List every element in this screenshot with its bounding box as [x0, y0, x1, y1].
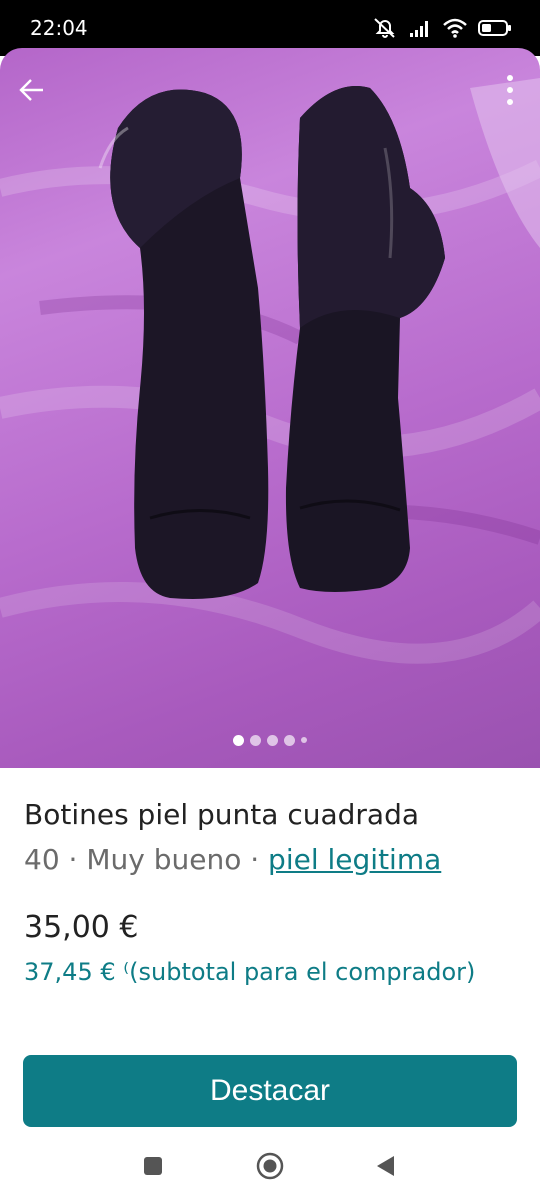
brand-tag-link[interactable]: piel legitima: [268, 843, 441, 876]
boots-photo: [0, 78, 540, 664]
photo-pager: [0, 734, 540, 746]
mute-icon: [372, 17, 398, 39]
meta-separator: ·: [59, 843, 87, 876]
pager-dot[interactable]: [250, 734, 261, 746]
recents-button[interactable]: [139, 1152, 167, 1180]
pager-dot[interactable]: [284, 734, 295, 746]
square-icon: [144, 1157, 162, 1175]
listing-title: Botines piel punta cuadrada: [24, 798, 419, 831]
meta-separator: ·: [241, 843, 269, 876]
price: 35,00 €: [24, 910, 139, 945]
pager-dot[interactable]: [233, 734, 244, 746]
status-time: 22:04: [30, 16, 88, 40]
pager-dot[interactable]: [301, 737, 307, 743]
back-button[interactable]: [14, 72, 50, 108]
triangle-back-icon: [377, 1156, 394, 1176]
condition-label: Muy bueno: [86, 843, 242, 876]
listing-meta: 40 · Muy bueno · piel legitima: [24, 843, 441, 876]
circle-home-icon: [256, 1152, 284, 1180]
product-photo[interactable]: [0, 48, 540, 768]
buyer-subtotal[interactable]: 37,45 € ⁽(subtotal para el comprador): [24, 958, 475, 986]
signal-icon: [408, 18, 432, 38]
wifi-icon: [442, 17, 468, 39]
system-nav-bar: [0, 1132, 540, 1200]
more-vertical-icon: [507, 75, 513, 105]
pager-dot[interactable]: [267, 734, 278, 746]
arrow-left-icon: [19, 79, 43, 101]
more-options-button[interactable]: [498, 70, 522, 110]
status-icons: [372, 14, 512, 42]
size-label: 40: [24, 843, 60, 876]
home-button[interactable]: [256, 1152, 284, 1180]
feature-button[interactable]: Destacar: [23, 1055, 517, 1127]
back-nav-button[interactable]: [372, 1152, 400, 1180]
battery-icon: [478, 18, 512, 38]
